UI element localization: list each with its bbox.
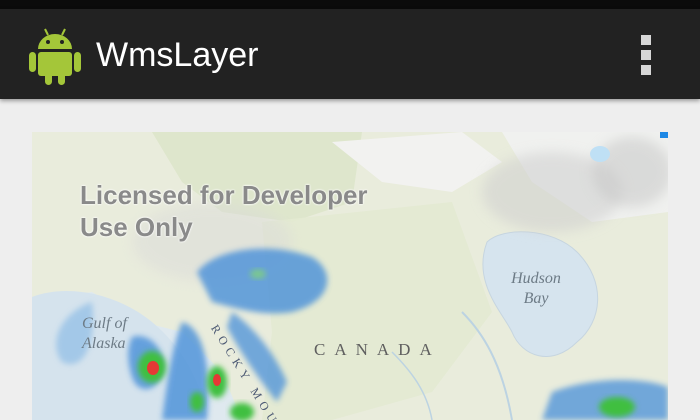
action-bar: WmsLayer <box>0 9 700 99</box>
map-view[interactable]: Licensed for Developer Use Only Gulf of … <box>32 132 668 420</box>
map-label-canada: CANADA <box>314 340 441 359</box>
overflow-menu-icon[interactable] <box>634 33 658 77</box>
map-label-hudson-bay: Hudson Bay <box>511 270 561 307</box>
license-watermark: Licensed for Developer Use Only <box>80 180 368 242</box>
basemap-graphic <box>32 132 668 420</box>
status-bar <box>0 0 700 9</box>
map-label-gulf-of-alaska: Gulf of Alaska <box>82 315 127 352</box>
android-robot-icon[interactable] <box>26 25 84 87</box>
app-title: WmsLayer <box>96 36 259 74</box>
map-tile-edge <box>660 132 668 138</box>
